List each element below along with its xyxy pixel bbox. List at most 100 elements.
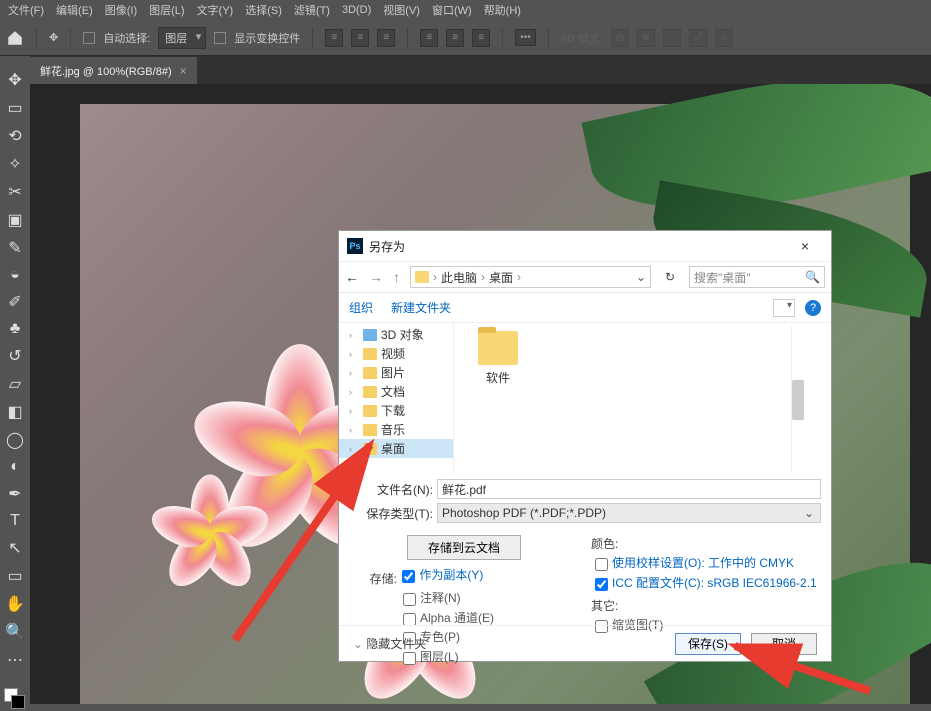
auto-select-checkbox[interactable] — [83, 32, 95, 44]
close-icon[interactable]: × — [180, 64, 187, 78]
search-input[interactable]: 搜索"桌面" 🔍 — [689, 266, 825, 288]
folder-tree: ›3D 对象 ›视频 ›图片 ›文档 ›下载 ›音乐 ›桌面 — [339, 323, 454, 473]
document-tab[interactable]: 鲜花.jpg @ 100%(RGB/8#) × — [30, 57, 197, 84]
file-list[interactable]: 软件 — [454, 323, 831, 473]
tree-item-downloads[interactable]: ›下载 — [339, 401, 453, 420]
menubar: 文件(F) 编辑(E) 图像(I) 图层(L) 文字(Y) 选择(S) 滤镜(T… — [0, 0, 931, 20]
type-tool-icon[interactable]: T — [4, 512, 26, 530]
align-bottom-icon[interactable]: ≡ — [472, 29, 490, 47]
move-tool-icon[interactable]: ✥ — [4, 70, 26, 90]
menu-help[interactable]: 帮助(H) — [484, 2, 521, 18]
filename-label: 文件名(N): — [349, 481, 437, 498]
view-mode-icon[interactable] — [773, 299, 795, 317]
menu-edit[interactable]: 编辑(E) — [56, 2, 93, 18]
history-brush-tool-icon[interactable]: ↺ — [4, 346, 26, 366]
up-icon[interactable]: ↑ — [393, 269, 400, 285]
mode-3d-label: 3D 模式: — [561, 30, 603, 46]
tree-item-3d[interactable]: ›3D 对象 — [339, 325, 453, 344]
show-transform-checkbox[interactable] — [214, 32, 226, 44]
path-select-tool-icon[interactable]: ↖ — [4, 538, 26, 558]
tree-item-pictures[interactable]: ›图片 — [339, 363, 453, 382]
dodge-tool-icon[interactable]: ◐ — [4, 458, 26, 476]
refresh-icon[interactable]: ↻ — [661, 270, 679, 284]
new-folder-button[interactable]: 新建文件夹 — [391, 299, 451, 316]
tab-title: 鲜花.jpg @ 100%(RGB/8#) — [40, 63, 172, 79]
tree-item-music[interactable]: ›音乐 — [339, 420, 453, 439]
crop-tool-icon[interactable]: ✂ — [4, 182, 26, 202]
marquee-tool-icon[interactable]: ▭ — [4, 98, 26, 118]
chevron-down-icon[interactable]: ⌄ — [636, 270, 646, 284]
menu-image[interactable]: 图像(I) — [105, 2, 137, 18]
align-right-icon[interactable]: ≡ — [377, 29, 395, 47]
color-swatches[interactable] — [4, 688, 26, 704]
blur-tool-icon[interactable]: ◯ — [4, 430, 26, 450]
opt-alpha[interactable]: Alpha 通道(E) — [349, 611, 579, 627]
home-icon[interactable] — [6, 29, 24, 47]
tree-item-video[interactable]: ›视频 — [339, 344, 453, 363]
pen-tool-icon[interactable]: ✒ — [4, 484, 26, 504]
organize-button[interactable]: 组织 — [349, 299, 373, 316]
gradient-tool-icon[interactable]: ◧ — [4, 402, 26, 422]
toolbox: ✥ ▭ ⟲ ✧ ✂ ▣ ✎ ◒ ✐ ♣ ↺ ▱ ◧ ◯ ◐ ✒ T ↖ ▭ ✋ … — [0, 56, 30, 704]
opt-as-copy[interactable]: 作为副本(Y) — [400, 568, 483, 584]
scale-3d-icon: ⤢ — [689, 29, 707, 47]
folder-icon — [478, 331, 518, 365]
zoom-tool-icon[interactable]: 🔍 — [4, 622, 26, 642]
more-options-icon[interactable]: ••• — [515, 29, 536, 46]
menu-filter[interactable]: 滤镜(T) — [294, 2, 330, 18]
menu-window[interactable]: 窗口(W) — [432, 2, 472, 18]
dialog-body: ›3D 对象 ›视频 ›图片 ›文档 ›下载 ›音乐 ›桌面 软件 — [339, 323, 831, 473]
align-mid-icon[interactable]: ≡ — [446, 29, 464, 47]
shape-tool-icon[interactable]: ▭ — [4, 566, 26, 586]
opt-icc[interactable]: ICC 配置文件(C): sRGB IEC61966-2.1 — [591, 576, 821, 592]
align-left-icon[interactable]: ≡ — [325, 29, 343, 47]
filetype-dropdown[interactable]: Photoshop PDF (*.PDF;*.PDP) — [437, 503, 821, 523]
brush-tool-icon[interactable]: ✐ — [4, 292, 26, 312]
more-tools-icon[interactable]: ⋯ — [4, 650, 26, 670]
search-icon: 🔍 — [805, 270, 820, 284]
lasso-tool-icon[interactable]: ⟲ — [4, 126, 26, 146]
save-to-cloud-button[interactable]: 存储到云文档 — [407, 535, 521, 560]
frame-tool-icon[interactable]: ▣ — [4, 210, 26, 230]
hand-tool-icon[interactable]: ✋ — [4, 594, 26, 614]
breadcrumb-desktop[interactable]: 桌面 — [489, 269, 513, 286]
close-icon[interactable]: × — [787, 238, 823, 254]
stamp-tool-icon[interactable]: ♣ — [4, 320, 26, 338]
spot-heal-tool-icon[interactable]: ◒ — [4, 266, 26, 284]
menu-3d[interactable]: 3D(D) — [342, 4, 371, 16]
tree-scrollbar[interactable] — [791, 326, 805, 471]
menu-view[interactable]: 视图(V) — [383, 2, 420, 18]
tree-item-desktop[interactable]: ›桌面 — [339, 439, 453, 458]
show-transform-label: 显示变换控件 — [234, 30, 300, 46]
breadcrumb[interactable]: › 此电脑 › 桌面 › ⌄ — [410, 266, 651, 288]
options-bar: ✥ 自动选择: 图层 显示变换控件 ≡ ≡ ≡ ≡ ≡ ≡ ••• 3D 模式:… — [0, 20, 931, 56]
menu-select[interactable]: 选择(S) — [245, 2, 282, 18]
auto-select-dropdown[interactable]: 图层 — [158, 27, 206, 49]
file-item[interactable]: 软件 — [468, 331, 528, 386]
eyedropper-tool-icon[interactable]: ✎ — [4, 238, 26, 258]
dialog-fields: 文件名(N): 鲜花.pdf 保存类型(T): Photoshop PDF (*… — [339, 473, 831, 523]
align-top-icon[interactable]: ≡ — [420, 29, 438, 47]
breadcrumb-pc[interactable]: 此电脑 — [441, 269, 477, 286]
move-tool-icon[interactable]: ✥ — [49, 31, 58, 44]
dialog-footer: 隐藏文件夹 保存(S) 取消 — [339, 625, 831, 661]
menu-layer[interactable]: 图层(L) — [149, 2, 184, 18]
dialog-toolbar: 组织 新建文件夹 ? — [339, 293, 831, 323]
menu-type[interactable]: 文字(Y) — [197, 2, 234, 18]
opt-proof[interactable]: 使用校样设置(O): 工作中的 CMYK — [591, 556, 821, 572]
light-3d-icon: ☼ — [715, 29, 733, 47]
eraser-tool-icon[interactable]: ▱ — [4, 374, 26, 394]
align-center-icon[interactable]: ≡ — [351, 29, 369, 47]
back-icon[interactable]: ← — [345, 269, 359, 285]
forward-icon[interactable]: → — [369, 269, 383, 285]
tree-item-documents[interactable]: ›文档 — [339, 382, 453, 401]
opt-notes[interactable]: 注释(N) — [349, 591, 579, 607]
wand-tool-icon[interactable]: ✧ — [4, 154, 26, 174]
dialog-titlebar: Ps 另存为 × — [339, 231, 831, 261]
save-button[interactable]: 保存(S) — [675, 633, 741, 655]
filename-input[interactable]: 鲜花.pdf — [437, 479, 821, 499]
cancel-button[interactable]: 取消 — [751, 633, 817, 655]
help-icon[interactable]: ? — [805, 300, 821, 316]
hide-folders-toggle[interactable]: 隐藏文件夹 — [353, 635, 426, 652]
menu-file[interactable]: 文件(F) — [8, 2, 44, 18]
